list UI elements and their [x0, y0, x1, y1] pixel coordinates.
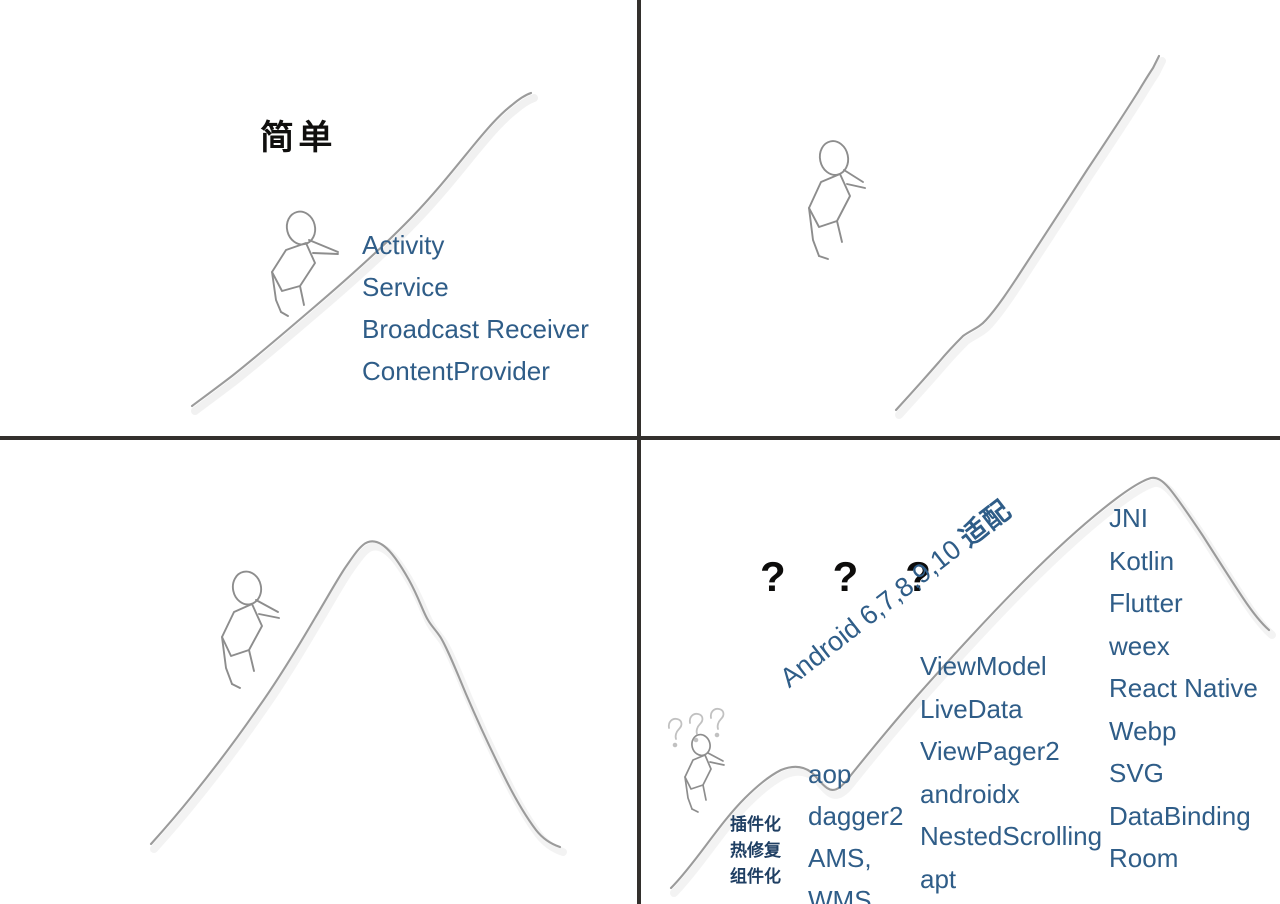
- keyword-item: JNI: [1109, 503, 1148, 533]
- keyword-item: weex: [1109, 630, 1170, 661]
- keyword-item: Flutter: [1109, 588, 1183, 618]
- cjk-label-item: 组件化: [730, 867, 781, 887]
- keyword-item: Room: [1109, 843, 1179, 873]
- keyword-item: AMS,: [808, 843, 872, 873]
- stick-figure-climber-small: [684, 733, 725, 813]
- stick-figure-climber: [221, 570, 280, 689]
- panel-almost-there: 快熬出头了 哈哈哈 MVC MVP Binder okhttp glide gs…: [0, 440, 637, 904]
- keyword-item: androidx: [920, 778, 1020, 809]
- panel-4-keyword-list-right: JNI Kotlin Flutter weex React Native Web…: [1109, 497, 1258, 880]
- keyword-item: aop: [808, 759, 852, 789]
- panel-divider-horizontal: [0, 436, 1280, 440]
- panel-1-heading: 简单: [260, 118, 337, 158]
- keyword-item: DataBinding: [1109, 800, 1251, 831]
- sketch-question-marks: [667, 707, 725, 748]
- keyword-item: LiveData: [920, 693, 1023, 724]
- panel-4-cjk-label-list: 插件化 热修复 组件化: [730, 812, 781, 890]
- keyword-item: ContentProvider: [362, 356, 550, 386]
- panel-divider-vertical: [637, 0, 641, 904]
- cjk-label-item: 热修复: [730, 841, 781, 861]
- stick-figure-climber: [808, 140, 866, 260]
- panel-4-keyword-list-left: aop dagger2 AMS, WMS: [808, 753, 903, 904]
- keyword-item: SVG: [1109, 758, 1164, 788]
- keyword-item: apt: [920, 863, 957, 894]
- keyword-item: ViewPager2: [920, 736, 1060, 766]
- keyword-item: Kotlin: [1109, 545, 1175, 576]
- keyword-item: WMS: [808, 885, 872, 904]
- panel-happy: 美滋滋 ViewPager Fragment RecyclerView Text…: [641, 0, 1280, 436]
- keyword-item: ViewModel: [920, 651, 1047, 681]
- keyword-item: dagger2: [808, 801, 904, 831]
- panel-2-sketch: [808, 54, 1166, 419]
- keyword-item: Service: [362, 272, 449, 302]
- panel-4-keyword-list-middle: ViewModel LiveData ViewPager2 androidx N…: [920, 645, 1102, 900]
- keyword-item: Broadcast Receiver: [362, 314, 589, 344]
- panel-simple: 简单 Activity Service Broadcast Receiver C…: [0, 0, 637, 436]
- meme-canvas: 简单 Activity Service Broadcast Receiver C…: [0, 0, 1280, 904]
- cjk-label-item: 插件化: [730, 815, 781, 835]
- panel-1-keyword-list: Activity Service Broadcast Receiver Cont…: [362, 224, 589, 392]
- panel-confused: ? ? ? Android 6,7,8,9,10 适配 插件化 热修复 组件化 …: [641, 440, 1280, 904]
- keyword-item: NestedScrolling: [920, 821, 1103, 851]
- stick-figure-climber: [271, 210, 339, 317]
- keyword-item: Webp: [1109, 715, 1177, 746]
- panel-3-sketch: [149, 540, 567, 856]
- keyword-item: Activity: [362, 230, 445, 260]
- keyword-item: React Native: [1109, 673, 1258, 703]
